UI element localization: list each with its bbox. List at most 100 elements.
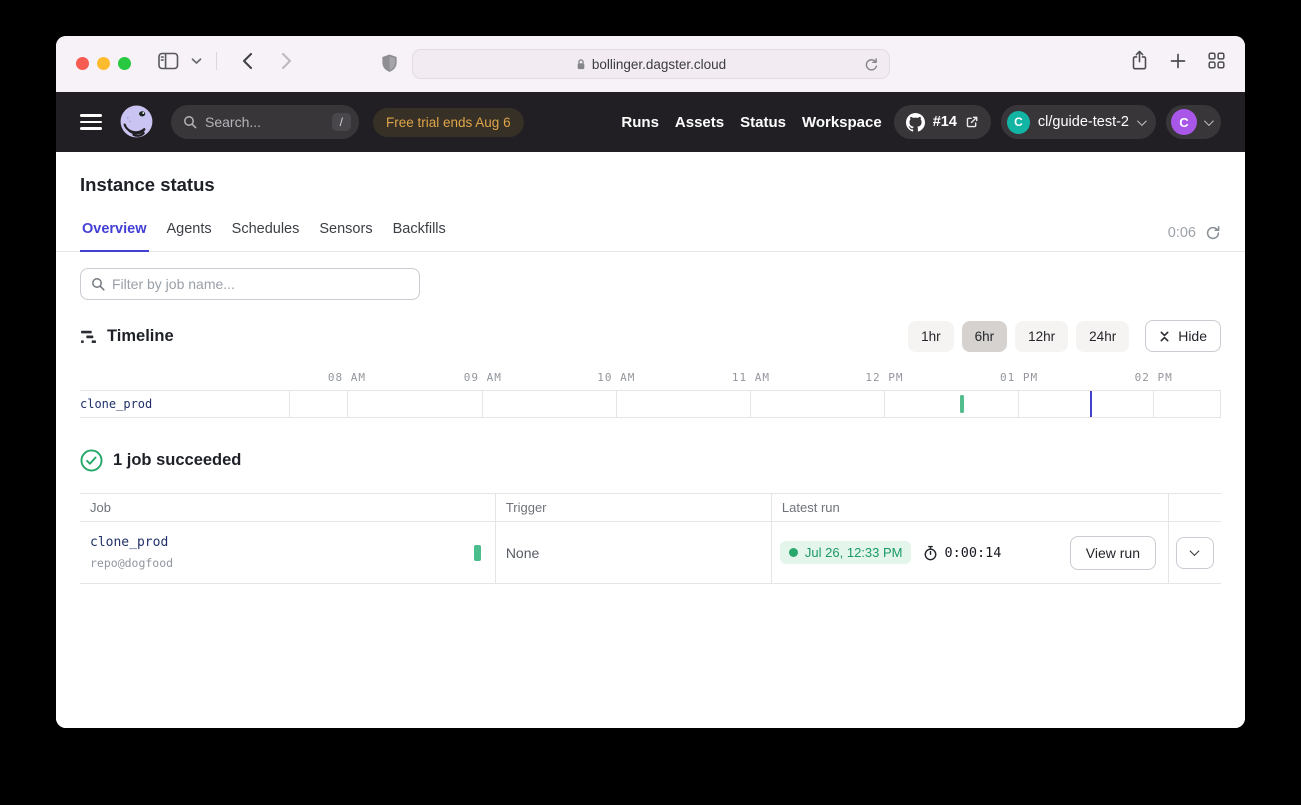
trigger-cell: None — [495, 522, 771, 584]
duration-text: 0:00:14 — [944, 545, 1001, 561]
latest-run-time: Jul 26, 12:33 PM — [805, 545, 903, 560]
address-bar[interactable]: bollinger.dagster.cloud — [412, 49, 890, 79]
axis-tick: 11 AM — [732, 371, 770, 384]
filter-row — [56, 252, 1245, 300]
range-1hr-button[interactable]: 1hr — [908, 321, 954, 352]
refresh-countdown: 0:06 — [1168, 225, 1221, 251]
gridline — [750, 391, 751, 417]
gridline — [1153, 391, 1154, 417]
dagster-logo[interactable] — [118, 104, 155, 141]
timeline-row-clone-prod: clone_prod — [80, 390, 1221, 418]
nav-runs[interactable]: Runs — [621, 114, 659, 131]
tab-schedules[interactable]: Schedules — [230, 217, 302, 251]
timeline-title: Timeline — [107, 327, 174, 346]
gridline — [482, 391, 483, 417]
tab-agents[interactable]: Agents — [165, 217, 214, 251]
timeline-controls: 1hr 6hr 12hr 24hr Hide — [908, 320, 1221, 352]
view-run-button[interactable]: View run — [1070, 536, 1156, 570]
job-filter[interactable] — [80, 268, 420, 300]
summary-text: 1 job succeeded — [113, 451, 241, 470]
search-shortcut-key: / — [332, 113, 351, 131]
trial-badge[interactable]: Free trial ends Aug 6 — [373, 108, 524, 137]
axis-tick: 01 PM — [1000, 371, 1038, 384]
reload-icon[interactable] — [864, 57, 879, 78]
range-12hr-button[interactable]: 12hr — [1015, 321, 1068, 352]
hide-timeline-button[interactable]: Hide — [1145, 320, 1221, 352]
user-menu[interactable]: C — [1166, 105, 1221, 139]
table-row: clone_prod repo@dogfood None Jul 26, 12:… — [80, 522, 1221, 584]
job-filter-input[interactable] — [112, 276, 409, 292]
tab-overview[interactable]: Overview — [80, 217, 149, 252]
latest-run-cell: Jul 26, 12:33 PM 0:00:14 View run — [771, 522, 1168, 584]
tab-backfills[interactable]: Backfills — [391, 217, 448, 251]
col-job: Job — [80, 494, 495, 522]
url-text: bollinger.dagster.cloud — [592, 57, 726, 72]
timeline-chart: 08 AM 09 AM 10 AM 11 AM 12 PM 01 PM 02 P… — [56, 364, 1245, 418]
toolbar-actions — [1131, 50, 1225, 76]
tab-overview-icon[interactable] — [1208, 52, 1225, 74]
run-marker[interactable] — [960, 395, 964, 413]
github-version-pill[interactable]: #14 — [894, 105, 991, 139]
timeline-title-group: Timeline — [80, 327, 174, 346]
nav-workspace[interactable]: Workspace — [802, 114, 882, 131]
search-icon — [91, 277, 105, 291]
gridline — [884, 391, 885, 417]
timeline-job-label[interactable]: clone_prod — [80, 397, 152, 411]
traffic-lights — [76, 57, 131, 70]
main-nav: Runs Assets Status Workspace — [621, 114, 881, 131]
stopwatch-icon — [923, 545, 938, 561]
refresh-icon[interactable] — [1205, 225, 1221, 241]
browser-window: bollinger.dagster.cloud — [56, 36, 1245, 728]
gridline — [347, 391, 348, 417]
tab-sensors[interactable]: Sensors — [317, 217, 374, 251]
share-icon[interactable] — [1131, 50, 1148, 76]
axis-tick: 08 AM — [328, 371, 366, 384]
timeline-header: Timeline 1hr 6hr 12hr 24hr Hide — [56, 300, 1245, 364]
sidebar-icon[interactable] — [152, 50, 185, 72]
close-window-button[interactable] — [76, 57, 89, 70]
axis-tick: 09 AM — [464, 371, 502, 384]
range-6hr-button[interactable]: 6hr — [962, 321, 1008, 352]
back-button[interactable] — [235, 50, 259, 72]
zoom-window-button[interactable] — [118, 57, 131, 70]
jobs-table-wrap: Job Trigger Latest run clone_prod repo@d… — [80, 493, 1221, 584]
menu-icon[interactable] — [80, 114, 102, 130]
page-title: Instance status — [80, 174, 1221, 196]
job-status-indicator[interactable] — [474, 545, 481, 561]
col-actions — [1168, 494, 1221, 522]
toolbar-nav-group — [152, 50, 299, 72]
nav-status[interactable]: Status — [740, 114, 786, 131]
deployment-switcher[interactable]: C cl/guide-test-2 — [1001, 105, 1156, 139]
range-24hr-button[interactable]: 24hr — [1076, 321, 1129, 352]
deployment-avatar: C — [1007, 111, 1030, 134]
job-link[interactable]: clone_prod — [90, 535, 471, 550]
global-search[interactable]: / — [171, 105, 359, 139]
github-icon — [906, 113, 925, 132]
gridline — [289, 391, 290, 417]
gridline — [1018, 391, 1019, 417]
lock-icon — [576, 58, 586, 71]
axis-tick: 10 AM — [597, 371, 635, 384]
privacy-shield-icon[interactable] — [380, 53, 399, 80]
row-menu-button[interactable] — [1176, 537, 1214, 569]
col-latest-run: Latest run — [771, 494, 1168, 522]
nav-assets[interactable]: Assets — [675, 114, 724, 131]
summary-row: 1 job succeeded — [56, 418, 1245, 472]
forward-button[interactable] — [275, 50, 299, 72]
app-header: / Free trial ends Aug 6 Runs Assets Stat… — [56, 92, 1245, 152]
refresh-timer: 0:06 — [1168, 225, 1196, 241]
chevron-down-icon — [1190, 546, 1200, 556]
axis-tick: 12 PM — [865, 371, 903, 384]
collapse-icon — [1159, 330, 1170, 343]
new-tab-icon[interactable] — [1170, 53, 1186, 74]
latest-run-badge[interactable]: Jul 26, 12:33 PM — [780, 541, 912, 564]
user-avatar: C — [1171, 109, 1197, 135]
now-line — [1090, 391, 1092, 417]
search-icon — [183, 115, 197, 129]
toolbar-divider — [216, 52, 217, 70]
search-input[interactable] — [205, 114, 324, 130]
minimize-window-button[interactable] — [97, 57, 110, 70]
table-header-row: Job Trigger Latest run — [80, 494, 1221, 522]
sidebar-chevron-down-icon[interactable] — [185, 55, 208, 67]
page-content: Instance status Overview Agents Schedule… — [56, 152, 1245, 728]
